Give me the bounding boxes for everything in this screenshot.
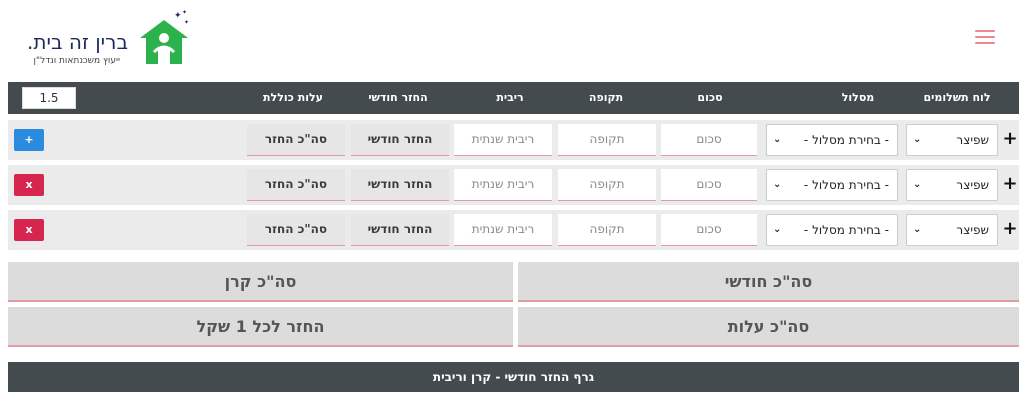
- multiplier-input[interactable]: 1.5: [22, 87, 76, 109]
- total-output: סה"כ החזר: [247, 124, 345, 156]
- delete-row-button[interactable]: x: [14, 219, 44, 241]
- track-value: - בחירת מסלול -: [803, 223, 889, 237]
- chevron-down-icon: ⌄: [913, 224, 922, 235]
- monthly-output: החזר חודשי: [351, 124, 449, 156]
- return-per-shekel: החזר לכל 1 שקל: [8, 307, 513, 347]
- track-select[interactable]: - בחירת מסלול - ⌄: [766, 124, 898, 156]
- total-output: סה"כ החזר: [247, 214, 345, 246]
- header-interest: ריבית: [496, 91, 524, 104]
- header-period: תקופה: [588, 91, 624, 104]
- svg-text:✦: ✦: [174, 11, 182, 21]
- header-amount: סכום: [697, 91, 723, 104]
- period-input[interactable]: תקופה: [558, 214, 656, 246]
- monthly-output: החזר חודשי: [351, 214, 449, 246]
- track-value: - בחירת מסלול -: [803, 133, 889, 147]
- header-monthly: החזר חודשי: [368, 91, 428, 104]
- period-input[interactable]: תקופה: [558, 124, 656, 156]
- house-logo-icon: ✦ ✦ ✦: [140, 9, 189, 64]
- hamburger-menu-icon[interactable]: [975, 30, 995, 44]
- delete-row-button[interactable]: x: [14, 174, 44, 196]
- table-header-bar: 1.5 לוח תשלומים מסלול סכום תקופה ריבית ה…: [8, 82, 1019, 114]
- total-output: סה"כ החזר: [247, 169, 345, 201]
- total-monthly: סה"כ חודשי: [518, 262, 1019, 302]
- schedule-value: שפיצר: [956, 133, 989, 147]
- graph-title-bar: גרף החזר חודשי - קרן וריבית: [8, 362, 1019, 392]
- chevron-down-icon: ⌄: [913, 179, 922, 190]
- brand-name: ברין זה בית.: [26, 30, 128, 54]
- expand-row-button[interactable]: +: [1001, 210, 1019, 250]
- chevron-down-icon: ⌄: [773, 179, 782, 190]
- interest-input[interactable]: ריבית שנתית: [454, 169, 552, 201]
- chevron-down-icon: ⌄: [773, 134, 782, 145]
- schedule-select[interactable]: שפיצר ⌄: [906, 214, 998, 246]
- brand-tagline: ייעוץ משכנתאות ונדל"ן: [33, 56, 120, 66]
- loan-row: + שפיצר ⌄ - בחירת מסלול - ⌄ סכום תקופה ריב…: [8, 165, 1019, 205]
- expand-row-button[interactable]: +: [1001, 120, 1019, 160]
- loan-row: + שפיצר ⌄ - בחירת מסלול - ⌄ סכום תקופה ריב…: [8, 210, 1019, 250]
- header-schedule: לוח תשלומים: [923, 91, 991, 104]
- schedule-select[interactable]: שפיצר ⌄: [906, 169, 998, 201]
- amount-input[interactable]: סכום: [661, 214, 757, 246]
- svg-text:✦: ✦: [184, 19, 189, 26]
- schedule-value: שפיצר: [956, 223, 989, 237]
- header-total-cost: עלות כוללת: [263, 91, 323, 104]
- schedule-select[interactable]: שפיצר ⌄: [906, 124, 998, 156]
- interest-input[interactable]: ריבית שנתית: [454, 124, 552, 156]
- total-costs: סה"כ עלות: [518, 307, 1019, 347]
- track-select[interactable]: - בחירת מסלול - ⌄: [766, 169, 898, 201]
- period-input[interactable]: תקופה: [558, 169, 656, 201]
- loan-row: + שפיצר ⌄ - בחירת מסלול - ⌄ סכום תקופה ריב…: [8, 120, 1019, 160]
- track-value: - בחירת מסלול -: [803, 178, 889, 192]
- header-track: מסלול: [841, 91, 875, 104]
- track-select[interactable]: - בחירת מסלול - ⌄: [766, 214, 898, 246]
- add-row-button[interactable]: +: [14, 129, 44, 151]
- schedule-value: שפיצר: [956, 178, 989, 192]
- chevron-down-icon: ⌄: [913, 134, 922, 145]
- monthly-output: החזר חודשי: [351, 169, 449, 201]
- svg-text:✦: ✦: [182, 9, 187, 16]
- amount-input[interactable]: סכום: [661, 169, 757, 201]
- brand-logo[interactable]: ברין זה בית. ייעוץ משכנתאות ונדל"ן ✦ ✦ ✦: [10, 6, 190, 72]
- total-principal: סה"כ קרן: [8, 262, 513, 302]
- expand-row-button[interactable]: +: [1001, 165, 1019, 205]
- interest-input[interactable]: ריבית שנתית: [454, 214, 552, 246]
- amount-input[interactable]: סכום: [661, 124, 757, 156]
- chevron-down-icon: ⌄: [773, 224, 782, 235]
